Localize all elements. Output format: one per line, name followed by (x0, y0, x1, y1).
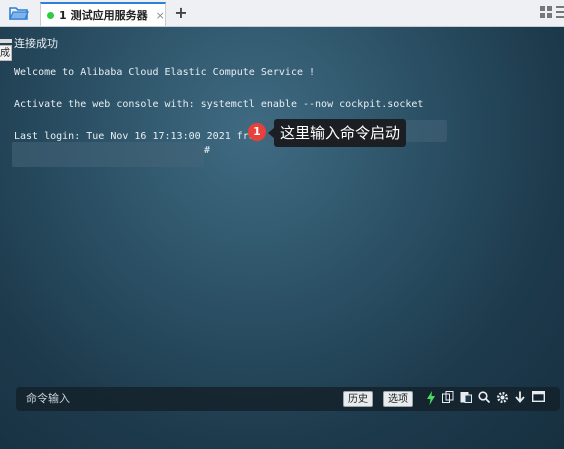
menu-icon[interactable] (556, 6, 564, 18)
add-tab-button[interactable]: + (172, 3, 190, 23)
side-tag-bar (0, 39, 12, 43)
step-badge: 1 (248, 123, 266, 141)
download-icon[interactable] (513, 391, 527, 407)
options-button[interactable]: 选项 (383, 391, 413, 407)
paste-icon[interactable] (459, 391, 473, 407)
tab-title: 测试应用服务器 (70, 9, 148, 22)
close-tab-icon[interactable]: × (156, 9, 165, 22)
folder-icon (9, 7, 29, 20)
terminal-line-welcome: Welcome to Alibaba Cloud Elastic Compute… (14, 67, 316, 78)
command-input[interactable] (26, 387, 326, 411)
grid-layout-icon[interactable] (540, 6, 552, 18)
connected-status-dot (47, 11, 54, 19)
tab-test-server[interactable]: 1 测试应用服务器 × (40, 2, 166, 26)
tab-bar: 1 测试应用服务器 × + (0, 0, 564, 27)
instruction-callout: 这里输入命令启动 (267, 119, 407, 147)
window-icon[interactable] (531, 390, 545, 407)
history-button[interactable]: 历史 (343, 391, 373, 407)
copy-icon[interactable] (441, 391, 455, 407)
gear-icon[interactable] (495, 391, 509, 407)
bolt-icon[interactable] (424, 391, 438, 407)
shell-prompt: # (204, 145, 211, 156)
terminal-line-connected: 连接成功 (14, 37, 58, 50)
redacted-prompt-mask (12, 142, 204, 167)
terminal-line-activate: Activate the web console with: systemctl… (14, 99, 424, 110)
search-icon[interactable] (477, 391, 491, 407)
terminal-output[interactable]: 成 连接成功 Welcome to Alibaba Cloud Elastic … (0, 27, 564, 449)
tab-index: 1 (59, 8, 67, 22)
open-folder-button[interactable] (6, 3, 32, 23)
side-tag[interactable]: 成 (0, 45, 12, 61)
terminal-line-last-login: Last login: Tue Nov 16 17:13:00 2021 fro… (14, 131, 261, 142)
command-bar: 历史 选项 (16, 387, 560, 411)
